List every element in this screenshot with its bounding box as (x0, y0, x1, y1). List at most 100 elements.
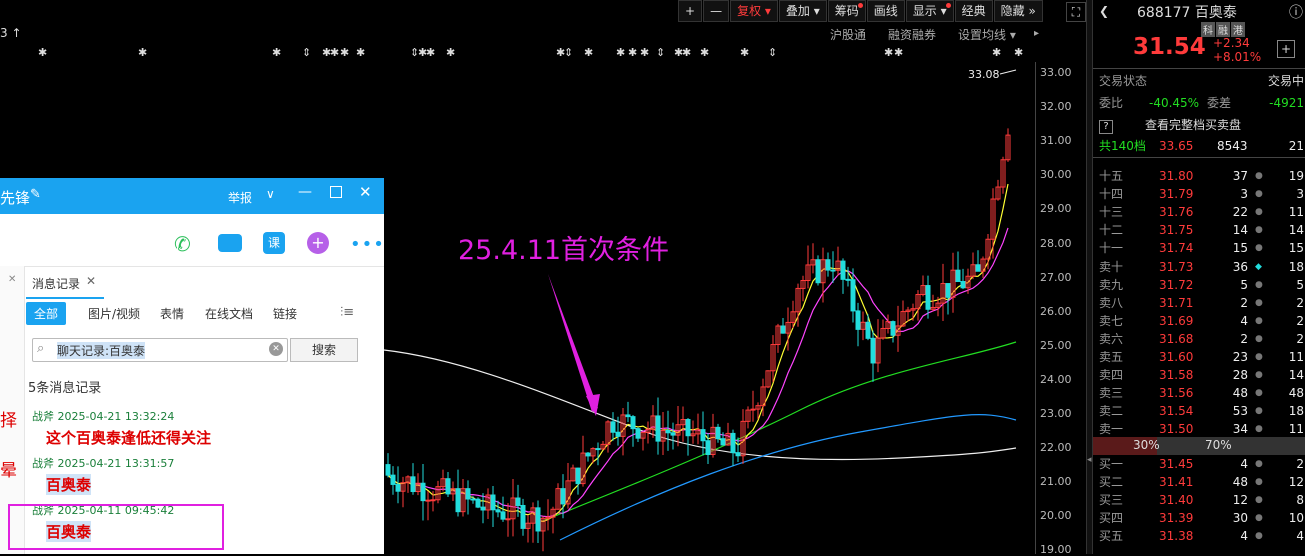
candle-body[interactable] (870, 337, 876, 364)
candle-body[interactable] (395, 483, 401, 492)
collapse-icon[interactable]: ◂ (1087, 455, 1092, 465)
minimize-icon[interactable]: — (298, 184, 312, 200)
candle-body[interactable] (445, 478, 451, 495)
asks-row[interactable]: 十四 31.79 3 ● 3 (1099, 185, 1304, 203)
candle-body[interactable] (925, 285, 931, 310)
candle-body[interactable] (720, 438, 726, 446)
candle-body[interactable] (630, 416, 636, 430)
candle-body[interactable] (840, 260, 846, 280)
candle-body[interactable] (890, 321, 896, 336)
candle-body[interactable] (385, 464, 391, 476)
candle-body[interactable] (610, 421, 616, 433)
more-icon[interactable]: ••• (350, 234, 385, 255)
phone-icon[interactable]: ✆ (174, 232, 198, 256)
add-watch-button[interactable]: + (1277, 40, 1295, 58)
candle-body[interactable] (455, 488, 461, 513)
edit-icon[interactable]: ✎ (30, 187, 41, 202)
filter-tab[interactable]: 表情 (152, 302, 192, 325)
tab-record[interactable]: 消息记录 ✕ (26, 269, 104, 299)
subbar-item[interactable]: 沪股通 (830, 26, 866, 43)
full-book-link[interactable]: ? 查看完整档买卖盘 (1099, 116, 1304, 134)
asks-row[interactable]: 卖十 31.73 36 ◆ 18 (1099, 258, 1304, 276)
candle-body[interactable] (750, 408, 756, 411)
candle-body[interactable] (825, 259, 831, 271)
candle-body[interactable] (390, 474, 396, 485)
asks-row[interactable]: 十五 31.80 37 ● 19 (1099, 167, 1304, 185)
candle-body[interactable] (475, 498, 481, 508)
candle-body[interactable] (615, 431, 621, 437)
candle-body[interactable] (635, 428, 641, 439)
toolbar-button[interactable]: 显示 ▾ (905, 0, 954, 22)
candle-body[interactable] (495, 509, 501, 513)
candle-body[interactable] (625, 414, 631, 418)
candle-body[interactable] (945, 283, 951, 298)
filter-tab[interactable]: 图片/视频 (80, 302, 148, 325)
asks-row[interactable]: 卖一 31.50 34 ● 11 (1099, 420, 1304, 438)
chevron-right-icon[interactable]: ▸ (1034, 28, 1039, 39)
back-icon[interactable]: ❮ (1099, 4, 1109, 18)
asks-row[interactable]: 十三 31.76 22 ● 11 (1099, 203, 1304, 221)
close-icon[interactable]: ✕ (86, 274, 96, 288)
asks-row[interactable]: 十二 31.75 14 ● 14 (1099, 221, 1304, 239)
candle-body[interactable] (410, 476, 416, 493)
toolbar-button[interactable]: + (678, 0, 703, 22)
candle-body[interactable] (715, 426, 721, 440)
video-call-icon[interactable] (218, 234, 242, 252)
candle-body[interactable] (780, 325, 786, 334)
asks-row[interactable]: 十一 31.74 15 ● 15 (1099, 239, 1304, 257)
search-input[interactable]: ⌕ 聊天记录:百奥泰 ✕ (32, 338, 288, 362)
candle-body[interactable] (470, 498, 476, 501)
candle-body[interactable] (465, 488, 471, 500)
add-app-icon[interactable]: + (307, 232, 329, 254)
candle-body[interactable] (480, 506, 486, 511)
asks-row[interactable]: 卖九 31.72 5 ● 5 (1099, 276, 1304, 294)
filter-tab[interactable]: 链接 (265, 302, 305, 325)
candle-body[interactable] (670, 432, 676, 436)
candle-body[interactable] (735, 452, 741, 457)
candle-body[interactable] (815, 259, 821, 284)
candle-body[interactable] (730, 432, 736, 454)
asks-row[interactable]: 卖八 31.71 2 ● 2 (1099, 294, 1304, 312)
candle-body[interactable] (585, 452, 591, 457)
search-button[interactable]: 搜索 (290, 338, 358, 362)
message-text[interactable]: 百奥泰 (46, 474, 92, 495)
toolbar-button[interactable]: — (703, 0, 730, 22)
fullscreen-icon[interactable]: ⛶ (1066, 2, 1086, 22)
candle-body[interactable] (705, 440, 711, 455)
candle-body[interactable] (850, 279, 856, 312)
bids-row[interactable]: 买三 31.40 12 ● 8 (1099, 491, 1304, 509)
clear-icon[interactable]: ✕ (269, 342, 283, 356)
candle-body[interactable] (655, 415, 661, 442)
toolbar-button[interactable]: 复权 ▾ (730, 0, 778, 22)
candle-body[interactable] (830, 269, 836, 272)
subbar-item[interactable]: 设置均线 ▾ (958, 26, 1016, 43)
candle-body[interactable] (685, 419, 691, 437)
bids-row[interactable]: 买四 31.39 30 ● 10 (1099, 509, 1304, 527)
candle-body[interactable] (535, 507, 541, 532)
candle-body[interactable] (430, 499, 436, 502)
close-icon[interactable]: ✕ (359, 183, 372, 201)
candle-body[interactable] (975, 264, 981, 272)
maximize-icon[interactable] (330, 186, 342, 198)
toolbar-button[interactable]: 叠加 ▾ (778, 0, 827, 22)
candle-body[interactable] (515, 497, 521, 506)
asks-row[interactable]: 卖五 31.60 23 ● 11 (1099, 348, 1304, 366)
candle-body[interactable] (855, 310, 861, 330)
toolbar-button[interactable]: 经典 (954, 0, 993, 22)
chevron-down-icon[interactable]: ∨ (266, 187, 275, 201)
candle-body[interactable] (845, 278, 851, 281)
asks-row[interactable]: 卖二 31.54 53 ● 18 (1099, 402, 1304, 420)
candle-body[interactable] (420, 482, 426, 502)
toolbar-button[interactable]: 隐藏 » (993, 0, 1043, 22)
candle-body[interactable] (960, 281, 966, 289)
candle-body[interactable] (955, 269, 961, 283)
message-text[interactable]: 这个百奥泰逢低还得关注 (46, 427, 211, 448)
candle-body[interactable] (665, 430, 671, 434)
course-icon[interactable]: 课 (263, 232, 285, 254)
subbar-item[interactable]: 融资融券 (888, 26, 936, 43)
close-icon[interactable]: ✕ (8, 274, 16, 285)
candle-body[interactable] (595, 448, 601, 451)
asks-row[interactable]: 卖四 31.58 28 ● 14 (1099, 366, 1304, 384)
bids-row[interactable]: 买一 31.45 4 ● 2 (1099, 455, 1304, 473)
info-icon[interactable]: ⓘ (1289, 2, 1303, 22)
